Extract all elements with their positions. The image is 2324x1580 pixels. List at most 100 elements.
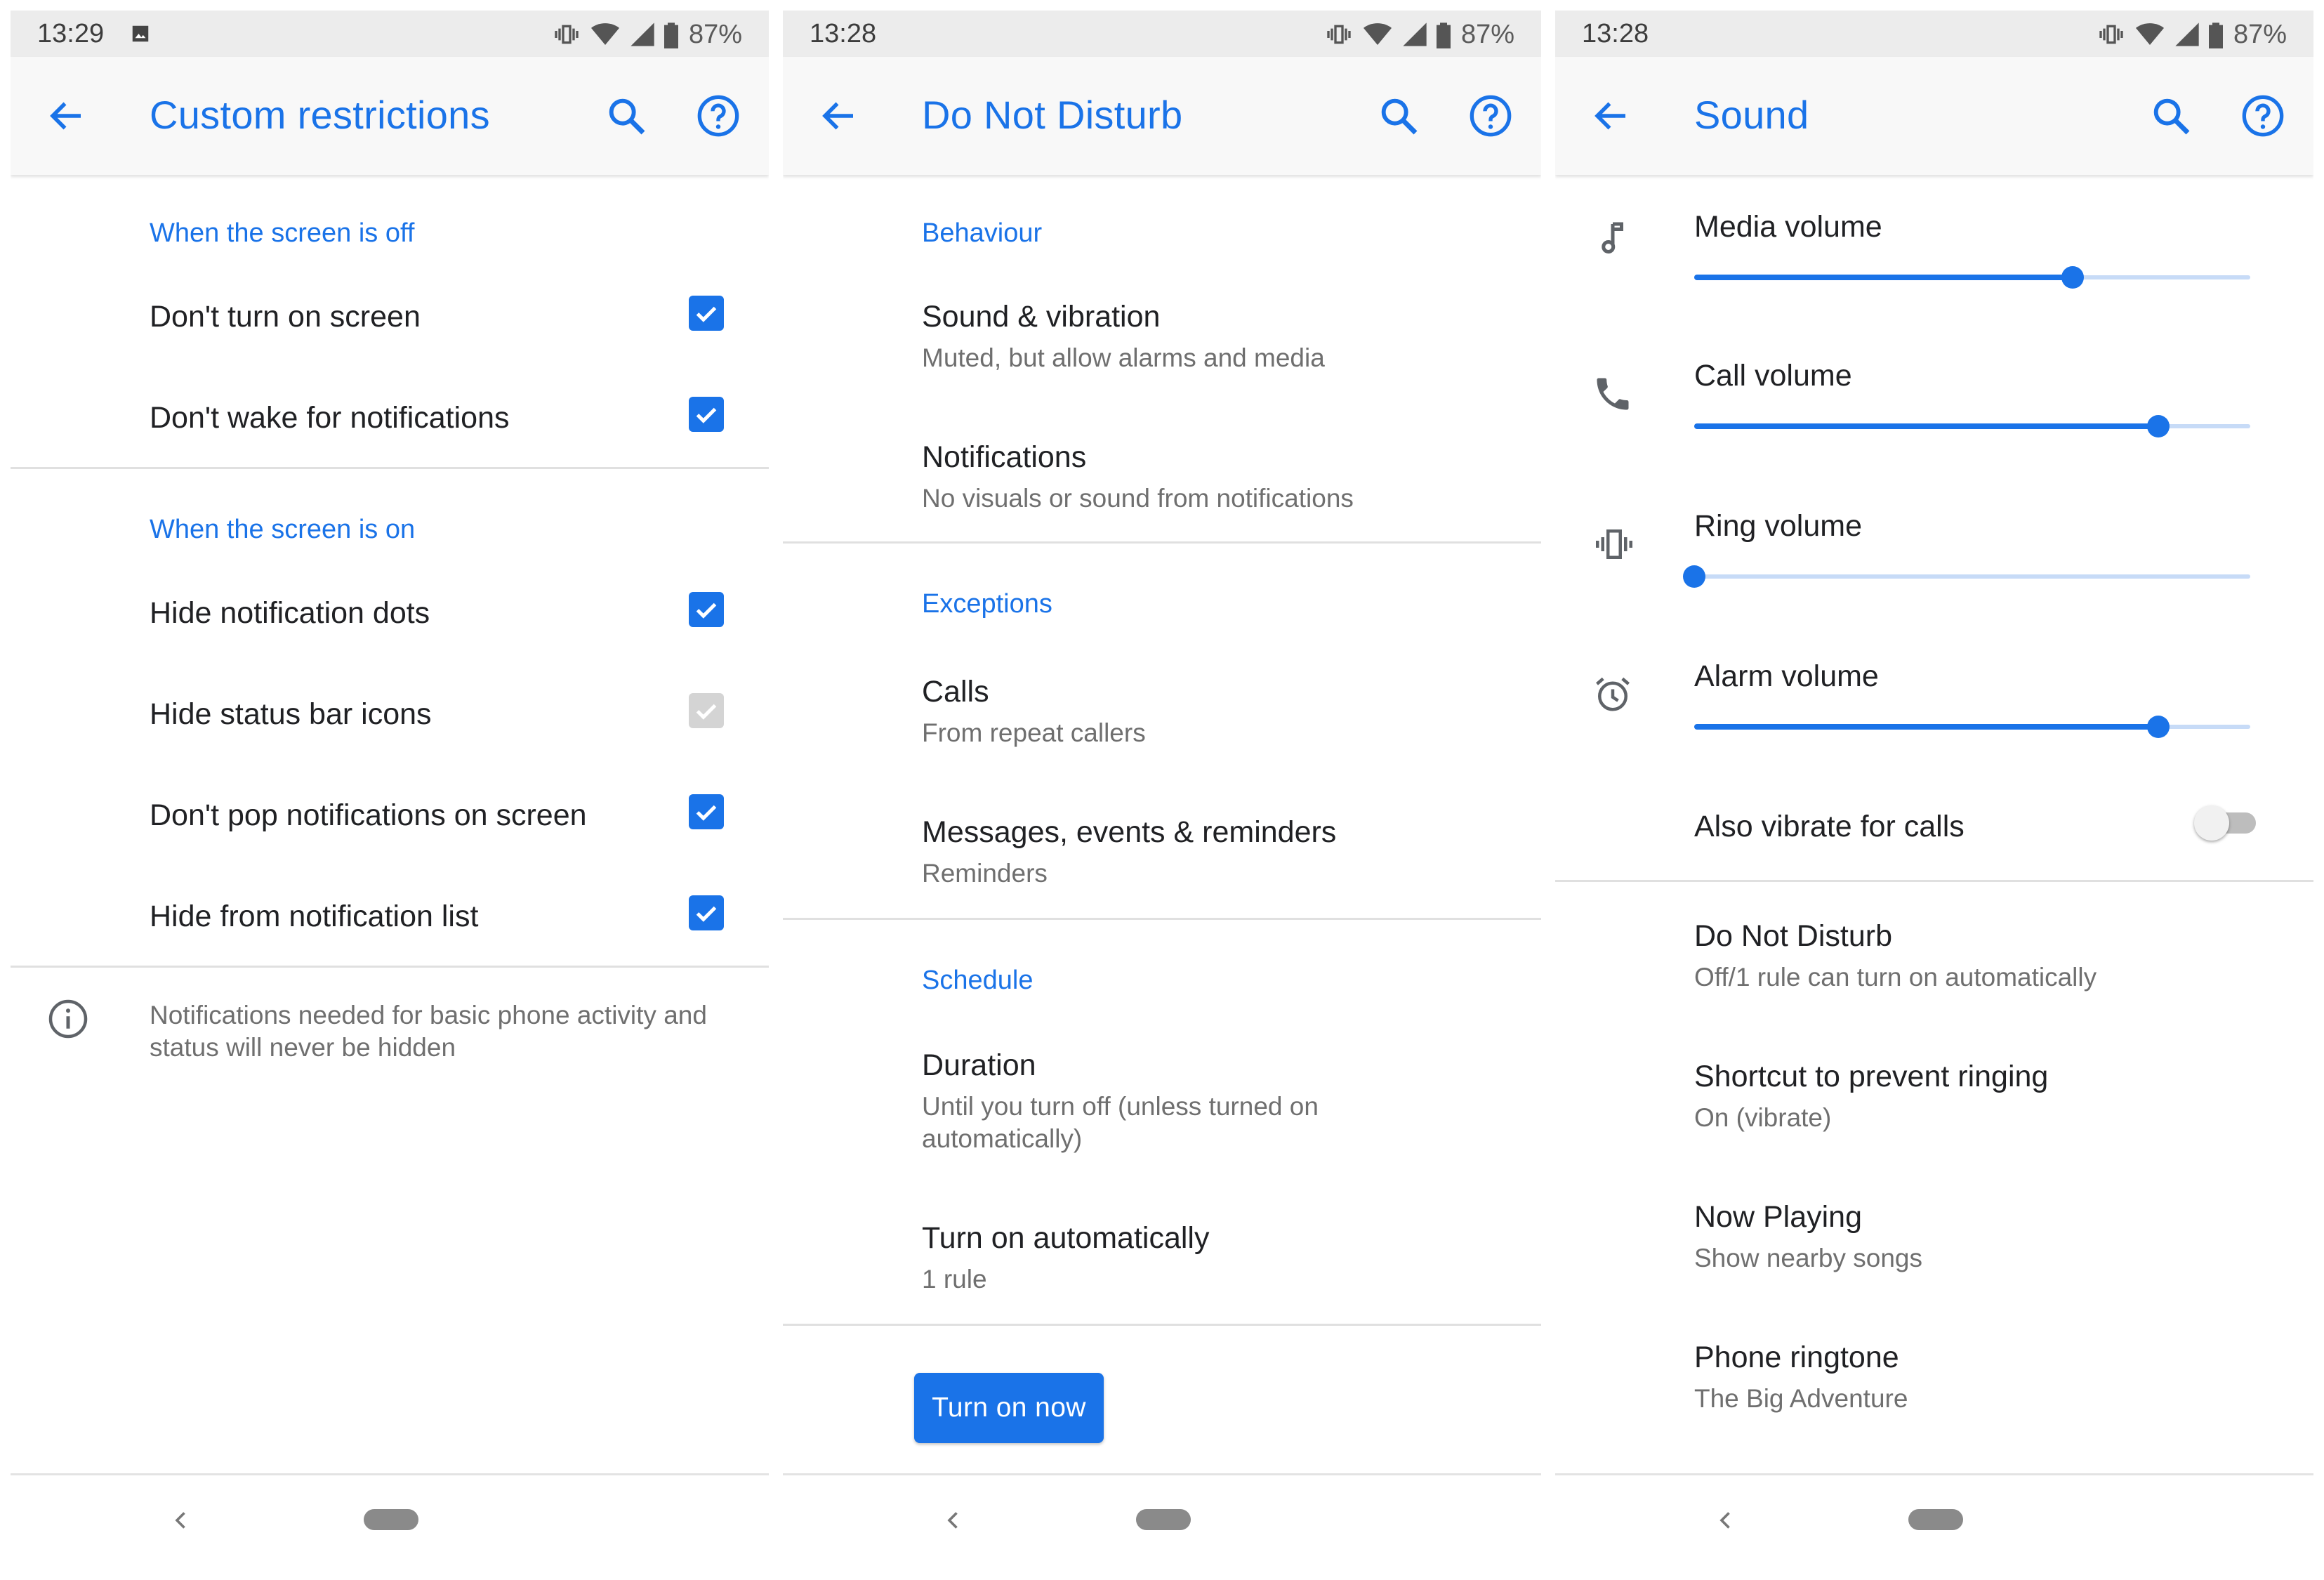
info-icon [47, 998, 89, 1044]
help-icon[interactable] [1468, 93, 1513, 142]
status-indicators: 87% [2096, 19, 2287, 50]
nav-back-icon[interactable] [941, 1508, 966, 1536]
phone-sound: 13:28 87% Sound Media volume Call volume… [1555, 11, 2313, 1580]
now-playing-item[interactable]: Now Playing [1694, 1200, 1862, 1235]
section-title-schedule: Schedule [922, 966, 1034, 995]
item-summary: Muted, but allow alarms and media [922, 343, 1325, 372]
vibrate-mode-icon [2099, 25, 2123, 44]
vibrate-mode-icon [1327, 25, 1351, 44]
alarm-volume-slider[interactable] [1694, 714, 2250, 739]
nav-back-icon[interactable] [1713, 1508, 1738, 1536]
divider [783, 1324, 1541, 1326]
page-title: Do Not Disturb [922, 93, 1183, 137]
app-bar: Do Not Disturb [783, 57, 1541, 175]
option-checkbox[interactable] [689, 296, 724, 331]
media-volume-slider[interactable] [1694, 265, 2250, 290]
footer-note: Notifications needed for basic phone act… [150, 1001, 707, 1062]
slider-thumb[interactable] [1683, 565, 1705, 588]
search-icon[interactable] [604, 93, 649, 142]
cellular-signal-icon [2175, 22, 2199, 46]
option-checkbox[interactable] [689, 397, 724, 432]
battery-percent: 87% [2233, 19, 2287, 49]
slider-thumb[interactable] [2147, 415, 2170, 437]
nav-home-pill[interactable] [364, 1509, 418, 1530]
settings-list: Behaviour Sound & vibration Muted, but a… [783, 175, 1541, 1449]
checkmark-icon [696, 306, 717, 322]
back-arrow-icon[interactable] [46, 95, 88, 140]
option-label[interactable]: Hide from notification list [150, 900, 478, 934]
option-checkbox[interactable] [689, 794, 724, 829]
wifi-icon [1363, 23, 1392, 45]
alarm-clock-icon [1592, 673, 1634, 719]
search-icon[interactable] [2148, 93, 2193, 142]
nav-back-icon[interactable] [169, 1508, 194, 1536]
image-notification-icon [130, 23, 151, 48]
section-title-behaviour: Behaviour [922, 218, 1043, 248]
duration-item[interactable]: Duration [922, 1048, 1036, 1083]
search-icon[interactable] [1376, 93, 1421, 142]
ring-volume-label: Ring volume [1694, 509, 1862, 543]
turn-on-automatically-item[interactable]: Turn on automatically [922, 1221, 1210, 1256]
back-arrow-icon[interactable] [1590, 95, 1632, 140]
vibrate-for-calls-label[interactable]: Also vibrate for calls [1694, 810, 1965, 844]
app-bar: Sound [1555, 57, 2313, 175]
divider [1555, 880, 2313, 882]
option-label[interactable]: Hide status bar icons [150, 697, 432, 732]
call-volume-slider[interactable] [1694, 414, 2250, 439]
item-summary: Until you turn off (unless turned on aut… [922, 1092, 1319, 1153]
status-indicators: 87% [551, 19, 742, 50]
do-not-disturb-item[interactable]: Do Not Disturb [1694, 919, 1892, 954]
section-title-exceptions: Exceptions [922, 589, 1052, 619]
screenshot-frame: 13:29 87% Custom restrictions When the s… [0, 0, 2324, 1580]
slider-track [1694, 574, 2250, 579]
shortcut-prevent-ringing-item[interactable]: Shortcut to prevent ringing [1694, 1060, 2048, 1094]
nav-home-pill[interactable] [1136, 1509, 1191, 1530]
divider [11, 966, 769, 968]
vibrate-mode-icon [555, 25, 579, 44]
item-summary: Show nearby songs [1694, 1244, 1922, 1272]
messages-events-reminders-item[interactable]: Messages, events & reminders [922, 815, 1336, 850]
back-arrow-icon[interactable] [818, 95, 860, 140]
ring-volume-slider[interactable] [1683, 564, 2250, 589]
call-volume-label: Call volume [1694, 359, 1852, 393]
divider [11, 467, 769, 469]
option-label[interactable]: Hide notification dots [150, 596, 430, 631]
battery-icon [1436, 22, 1451, 48]
toggle-thumb[interactable] [2194, 805, 2229, 841]
option-label[interactable]: Don't wake for notifications [150, 401, 510, 435]
option-checkbox[interactable] [689, 592, 724, 627]
calls-item[interactable]: Calls [922, 675, 989, 709]
slider-thumb[interactable] [2147, 716, 2170, 738]
battery-icon [663, 22, 678, 48]
help-icon[interactable] [696, 93, 741, 142]
wifi-icon [2135, 23, 2164, 45]
sound-vibration-item[interactable]: Sound & vibration [922, 300, 1160, 334]
phone-ringtone-item[interactable]: Phone ringtone [1694, 1341, 1899, 1375]
app-bar: Custom restrictions [11, 57, 769, 175]
nav-home-pill[interactable] [1908, 1509, 1963, 1530]
item-summary: On (vibrate) [1694, 1103, 1832, 1132]
vibrate-for-calls-toggle[interactable] [2194, 804, 2256, 841]
item-summary: 1 rule [922, 1265, 987, 1293]
music-note-icon [1592, 217, 1634, 263]
status-bar: 13:28 87% [1555, 11, 2313, 57]
option-label[interactable]: Don't turn on screen [150, 300, 421, 334]
option-checkbox[interactable] [689, 895, 724, 930]
option-label[interactable]: Don't pop notifications on screen [150, 798, 587, 833]
slider-thumb[interactable] [2061, 266, 2084, 289]
page-title: Sound [1694, 93, 1809, 137]
checkmark-icon [696, 704, 717, 720]
help-icon[interactable] [2240, 93, 2285, 142]
cellular-signal-icon [630, 22, 654, 46]
item-summary: Off/1 rule can turn on automatically [1694, 963, 2097, 992]
item-summary: From repeat callers [922, 718, 1146, 747]
notifications-item[interactable]: Notifications [922, 440, 1086, 475]
status-indicators: 87% [1323, 19, 1514, 50]
phone-custom-restrictions: 13:29 87% Custom restrictions When the s… [11, 11, 769, 1580]
vibrate-icon [1592, 523, 1637, 569]
option-checkbox-disabled [689, 693, 724, 728]
item-summary: Reminders [922, 859, 1048, 888]
status-time: 13:28 [810, 19, 877, 48]
turn-on-now-button[interactable]: Turn on now [914, 1373, 1104, 1443]
checkmark-icon [696, 906, 717, 922]
